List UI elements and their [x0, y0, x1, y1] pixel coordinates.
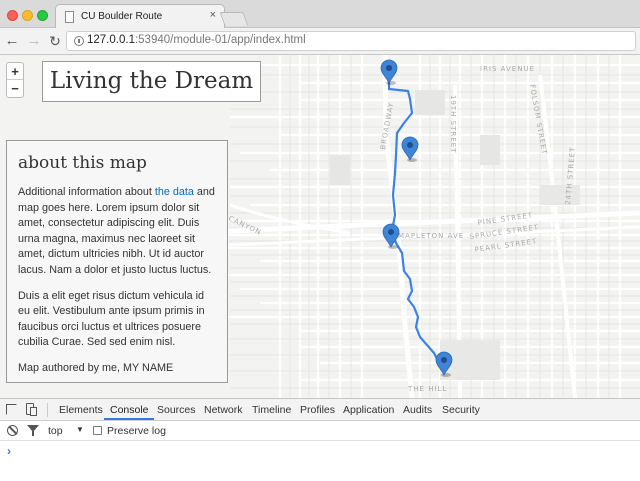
preserve-log-label: Preserve log [107, 425, 166, 437]
browser-tab-bar: CU Boulder Route × [0, 0, 640, 29]
tab-timeline[interactable]: Timeline [252, 404, 291, 416]
preserve-log-checkbox[interactable] [93, 426, 102, 435]
url-text: 127.0.0.1:53940/module-01/app/index.html [87, 34, 306, 46]
tab-profiles[interactable]: Profiles [300, 404, 335, 416]
clear-console-icon[interactable] [7, 425, 18, 436]
info-panel: about this map Additional information ab… [6, 140, 228, 383]
info-icon[interactable] [74, 36, 84, 46]
tab-network[interactable]: Network [204, 404, 243, 416]
tab-application[interactable]: Application [343, 404, 394, 416]
toolbar-divider [47, 403, 48, 417]
street-label-iris: IRIS AVENUE [480, 65, 535, 73]
filter-icon[interactable] [27, 425, 39, 436]
console-prompt-icon[interactable]: › [7, 444, 11, 458]
new-tab-button[interactable] [219, 12, 249, 26]
browser-toolbar: ← → ↻ 127.0.0.1:53940/module-01/app/inde… [0, 28, 640, 55]
street-label-mapleton: MAPLETON AVE [398, 232, 464, 240]
context-select[interactable]: top [48, 425, 63, 437]
tab-close-icon[interactable]: × [210, 9, 216, 21]
street-label-19th: 19TH STREET [449, 95, 457, 153]
chevron-down-icon[interactable]: ▼ [76, 425, 84, 434]
browser-tab[interactable]: CU Boulder Route × [55, 4, 225, 29]
info-paragraph-1: Additional information about the data an… [18, 185, 217, 279]
map-title: Living the Dream [49, 68, 254, 94]
maximize-window-button[interactable] [37, 10, 48, 21]
url-host: 127.0.0.1 [87, 34, 135, 46]
street-label-the-hill: THE HILL [407, 385, 447, 393]
reload-icon[interactable]: ↻ [46, 31, 64, 51]
device-toolbar-icon-secondary [30, 407, 37, 416]
data-link[interactable]: the data [155, 186, 194, 198]
info-paragraph-2: Duis a elit eget risus dictum vehicula i… [18, 289, 205, 349]
map-title-box: Living the Dream [42, 61, 261, 102]
active-tab-indicator [104, 418, 154, 420]
author-line: Map authored by me, MY NAME [18, 361, 174, 374]
address-bar[interactable]: 127.0.0.1:53940/module-01/app/index.html [66, 31, 636, 51]
info-p1-rest: and map goes here. Lorem ipsum dolor sit… [18, 186, 215, 276]
back-icon[interactable]: ← [3, 31, 21, 51]
tab-sources[interactable]: Sources [157, 404, 196, 416]
tab-elements[interactable]: Elements [59, 404, 103, 416]
forward-icon[interactable]: → [25, 31, 43, 51]
tab-audits[interactable]: Audits [403, 404, 432, 416]
inspect-element-icon[interactable] [6, 404, 17, 415]
console-filter-bar: top ▼ Preserve log [0, 421, 640, 441]
tab-title: CU Boulder Route [81, 11, 163, 22]
zoom-out-button[interactable]: − [7, 80, 23, 97]
info-p1-text: Additional information about [18, 186, 155, 198]
devtools-panel: Elements Console Sources Network Timelin… [0, 398, 640, 481]
zoom-in-button[interactable]: + [7, 63, 23, 80]
tab-security[interactable]: Security [442, 404, 480, 416]
page-icon [65, 11, 74, 23]
zoom-control: + − [6, 62, 24, 98]
close-window-button[interactable] [7, 10, 18, 21]
tab-console[interactable]: Console [110, 404, 149, 416]
info-heading: about this map [18, 153, 147, 173]
minimize-window-button[interactable] [22, 10, 33, 21]
devtools-tab-bar: Elements Console Sources Network Timelin… [0, 399, 640, 421]
url-path: :53940/module-01/app/index.html [134, 34, 306, 46]
